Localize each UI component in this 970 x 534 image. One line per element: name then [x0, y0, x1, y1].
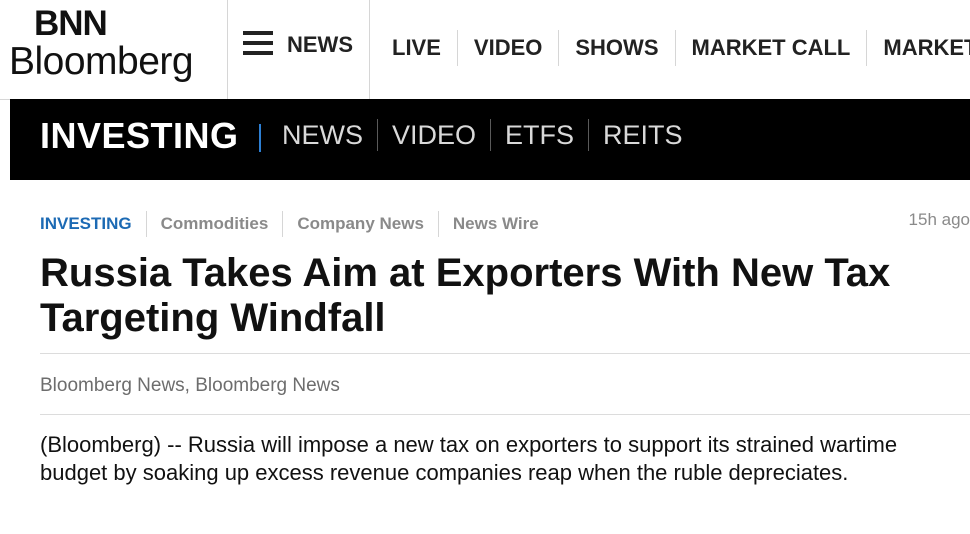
article-byline: Bloomberg News, Bloomberg News — [40, 375, 340, 396]
top-nav-item-markets[interactable]: MARKETS — [866, 30, 970, 66]
logo-bnn-text: BNN — [34, 4, 108, 43]
section-separator — [259, 124, 261, 152]
tag-investing[interactable]: INVESTING — [40, 211, 146, 237]
tag-commodities[interactable]: Commodities — [145, 211, 283, 237]
top-nav-item-live[interactable]: LIVE — [370, 30, 457, 66]
headline-divider — [40, 353, 970, 354]
article-headline: Russia Takes Aim at Exporters With New T… — [40, 251, 891, 340]
section-nav-item-video[interactable]: VIDEO — [377, 119, 490, 151]
article-timestamp: 15h ago — [908, 210, 970, 229]
article-tags: INVESTING Commodities Company News News … — [40, 211, 553, 237]
article-body-paragraph: (Bloomberg) -- Russia will impose a new … — [40, 432, 898, 485]
tag-news-wire[interactable]: News Wire — [437, 211, 553, 237]
site-header: BNN Bloomberg NEWS LIVE VIDEO SHOWS MARK… — [0, 0, 970, 100]
byline-divider — [40, 414, 970, 415]
top-nav-item-shows[interactable]: SHOWS — [558, 30, 674, 66]
section-nav: NEWS VIDEO ETFS REITS — [268, 119, 697, 151]
section-nav-item-etfs[interactable]: ETFS — [490, 119, 588, 151]
section-nav-item-news[interactable]: NEWS — [268, 119, 377, 151]
top-nav: LIVE VIDEO SHOWS MARKET CALL MARKETS — [370, 30, 970, 66]
section-nav-item-reits[interactable]: REITS — [588, 119, 697, 151]
tag-company-news[interactable]: Company News — [282, 211, 438, 237]
menu-news-label[interactable]: NEWS — [287, 32, 353, 58]
top-nav-item-video[interactable]: VIDEO — [456, 30, 558, 66]
hamburger-menu-icon[interactable] — [243, 31, 273, 55]
section-title[interactable]: INVESTING — [40, 115, 239, 157]
bnn-bloomberg-logo[interactable]: BNN Bloomberg — [0, 0, 228, 99]
section-bar: INVESTING NEWS VIDEO ETFS REITS — [10, 99, 970, 180]
top-nav-item-market-call[interactable]: MARKET CALL — [674, 30, 867, 66]
logo-bloomberg-text: Bloomberg — [9, 40, 194, 83]
